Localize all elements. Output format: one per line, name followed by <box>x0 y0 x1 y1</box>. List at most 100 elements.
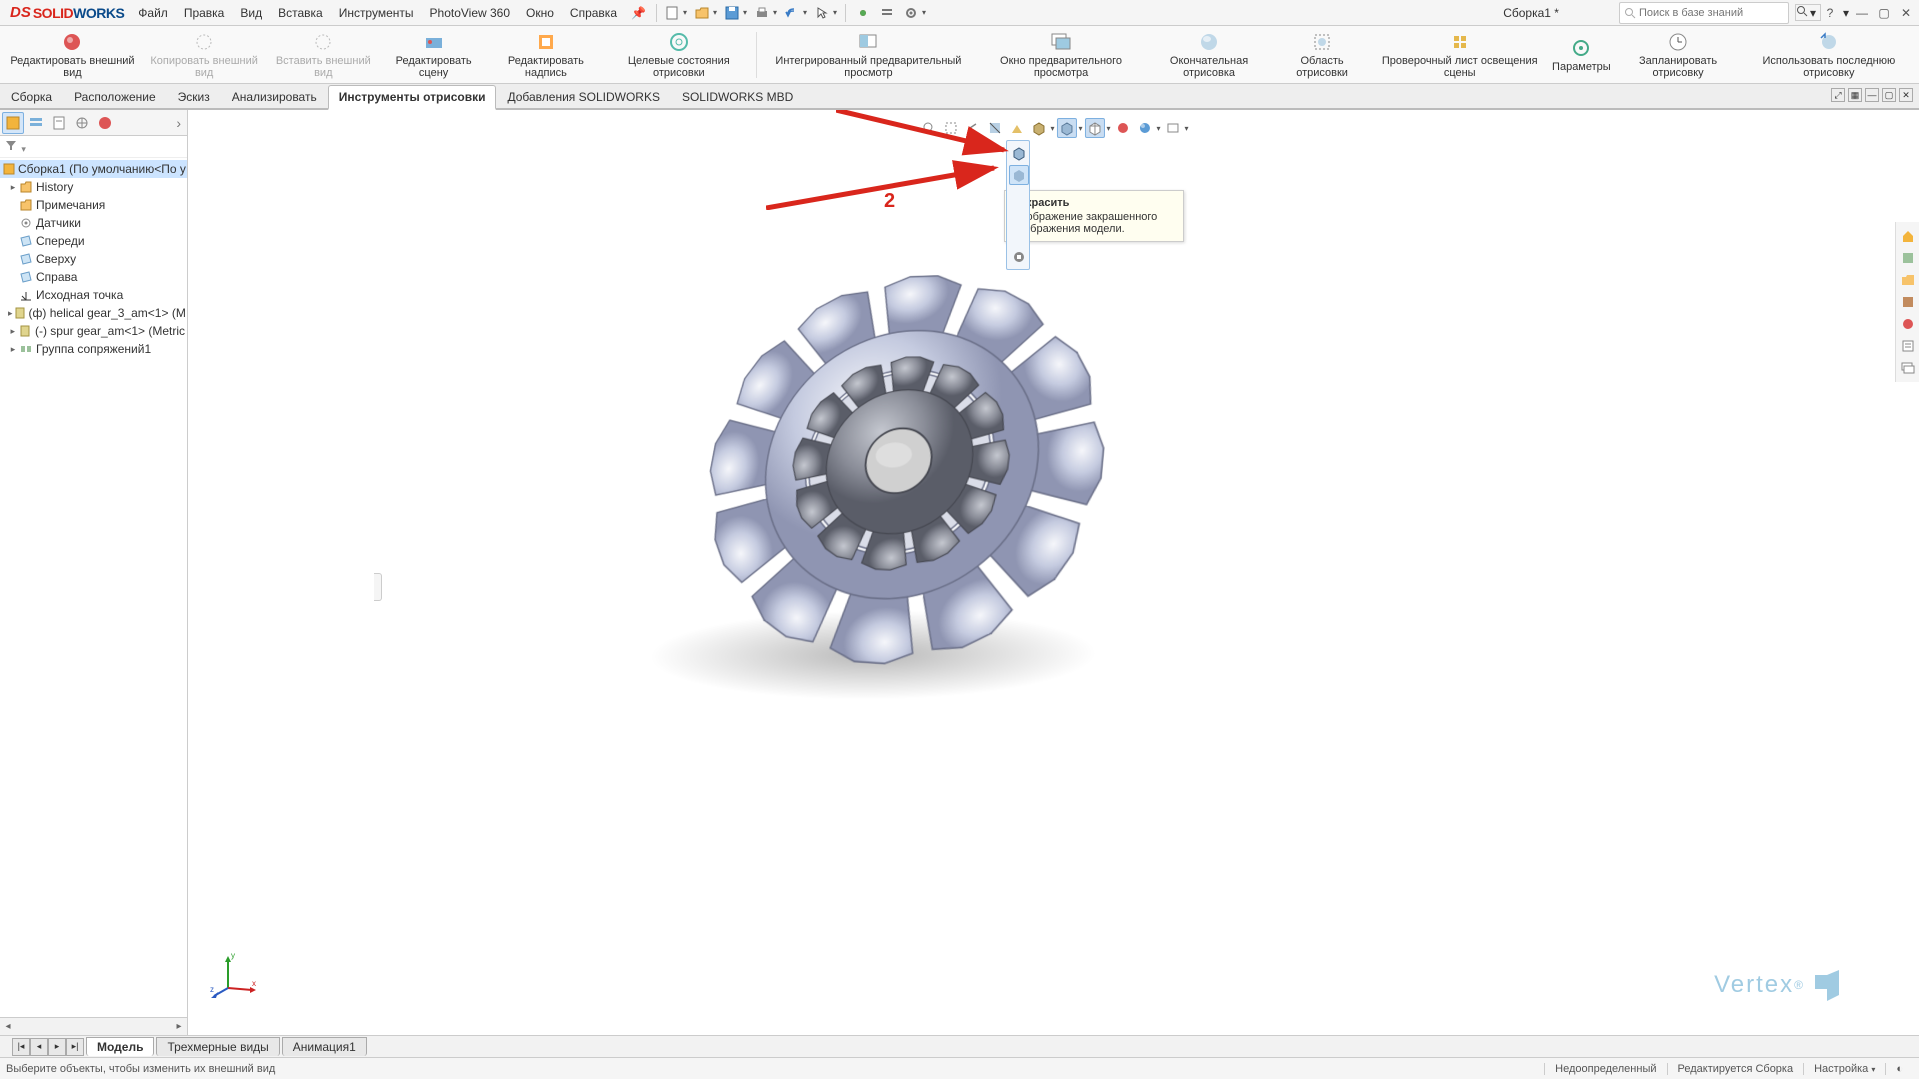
tree-part-1[interactable]: ▸ (ф) helical gear_3_am<1> (M <box>0 304 187 322</box>
task-design-lib-icon[interactable] <box>1898 248 1918 268</box>
tab-mbd[interactable]: SOLIDWORKS MBD <box>671 85 804 108</box>
ribbon-edit-appearance[interactable]: Редактировать внешний вид <box>4 28 141 82</box>
tree-root[interactable]: Сборка1 (По умолчанию<По у <box>0 160 187 178</box>
tab-nav-last[interactable]: ▸| <box>66 1038 84 1056</box>
bottom-tab-3dviews[interactable]: Трехмерные виды <box>156 1037 279 1056</box>
pin-icon[interactable]: 📌 <box>631 6 646 20</box>
options-button[interactable] <box>876 2 898 24</box>
property-manager-tab[interactable] <box>25 112 47 134</box>
viewport-close-icon[interactable]: ✕ <box>1899 88 1913 102</box>
display-style-button[interactable] <box>1056 118 1076 138</box>
viewport-min-icon[interactable]: — <box>1865 88 1879 102</box>
bottom-tab-model[interactable]: Модель <box>86 1037 154 1056</box>
print-button[interactable] <box>751 2 773 24</box>
search-go-button[interactable]: ▾ <box>1795 4 1821 21</box>
ribbon-target-states[interactable]: Целевые состояния отрисовки <box>606 28 752 82</box>
tab-assembly[interactable]: Сборка <box>0 85 63 108</box>
shaded-edges-option[interactable] <box>1009 143 1029 163</box>
panel-grip[interactable] <box>374 573 382 601</box>
shaded-option[interactable] <box>1009 165 1029 185</box>
ribbon-proof-sheet[interactable]: Проверочный лист освещения сцены <box>1372 28 1547 82</box>
tab-layout[interactable]: Расположение <box>63 85 167 108</box>
zoom-area-icon[interactable] <box>940 118 960 138</box>
minimize-button[interactable]: — <box>1853 4 1871 22</box>
open-button[interactable] <box>691 2 713 24</box>
apply-scene-icon[interactable] <box>1135 118 1155 138</box>
tab-render-tools[interactable]: Инструменты отрисовки <box>328 85 497 110</box>
tree-plane-top[interactable]: Сверху <box>0 250 187 268</box>
task-forum-icon[interactable] <box>1898 358 1918 378</box>
bottom-tab-animation[interactable]: Анимация1 <box>282 1037 367 1056</box>
task-file-explorer-icon[interactable] <box>1898 270 1918 290</box>
search-input[interactable] <box>1639 7 1784 19</box>
feature-tree-tab[interactable] <box>2 112 24 134</box>
tab-nav-first[interactable]: |◂ <box>12 1038 30 1056</box>
config-manager-tab[interactable] <box>48 112 70 134</box>
ribbon-render-region[interactable]: Область отрисовки <box>1274 28 1370 82</box>
new-button[interactable] <box>661 2 683 24</box>
view-orientation-icon[interactable] <box>1028 118 1048 138</box>
ribbon-options[interactable]: Параметры <box>1549 28 1613 82</box>
tree-mates[interactable]: ▸ Группа сопряжений1 <box>0 340 187 358</box>
tree-history[interactable]: ▸ History <box>0 178 187 196</box>
tree-plane-front[interactable]: Спереди <box>0 232 187 250</box>
menu-view[interactable]: Вид <box>232 3 270 23</box>
search-box[interactable] <box>1619 2 1789 24</box>
ribbon-schedule-render[interactable]: Запланировать отрисовку <box>1615 28 1740 82</box>
orientation-triad[interactable]: y x z <box>208 950 258 1000</box>
settings-button[interactable] <box>900 2 922 24</box>
status-customize[interactable]: Настройка ▾ <box>1803 1063 1885 1075</box>
undo-button[interactable] <box>781 2 803 24</box>
ribbon-recall-render[interactable]: Использовать последнюю отрисовку <box>1743 28 1915 82</box>
ribbon-edit-scene[interactable]: Редактировать сцену <box>381 28 486 82</box>
help-button[interactable]: ? <box>1821 4 1839 22</box>
task-custom-props-icon[interactable] <box>1898 336 1918 356</box>
menu-edit[interactable]: Правка <box>176 3 233 23</box>
display-manager-tab[interactable] <box>94 112 116 134</box>
prev-view-icon[interactable] <box>962 118 982 138</box>
menu-insert[interactable]: Вставка <box>270 3 331 23</box>
tab-sketch[interactable]: Эскиз <box>167 85 221 108</box>
menu-window[interactable]: Окно <box>518 3 562 23</box>
viewport-grid-icon[interactable]: ▦ <box>1848 88 1862 102</box>
rebuild-button[interactable] <box>852 2 874 24</box>
viewport-max-icon[interactable]: ▢ <box>1882 88 1896 102</box>
save-button[interactable] <box>721 2 743 24</box>
perspective-option[interactable] <box>1009 247 1029 267</box>
tree-filter[interactable]: ▾ <box>0 136 187 158</box>
tree-part-2[interactable]: ▸ (-) spur gear_am<1> (Metric <box>0 322 187 340</box>
menu-file[interactable]: Файл <box>130 3 176 23</box>
menu-tools[interactable]: Инструменты <box>331 3 422 23</box>
dimxpert-tab[interactable] <box>71 112 93 134</box>
ribbon-integrated-preview[interactable]: Интегрированный предварительный просмотр <box>761 28 976 82</box>
tree-plane-right[interactable]: Справа <box>0 268 187 286</box>
task-appearances-icon[interactable] <box>1898 314 1918 334</box>
restore-button[interactable]: ▢ <box>1875 4 1893 22</box>
status-flag-icon[interactable]: ◐ <box>1885 1063 1913 1075</box>
zoom-fit-icon[interactable] <box>918 118 938 138</box>
dynamic-zoom-icon[interactable] <box>1006 118 1026 138</box>
ribbon-final-render[interactable]: Окончательная отрисовка <box>1146 28 1272 82</box>
tab-addins[interactable]: Добавления SOLIDWORKS <box>496 85 671 108</box>
viewport-expand-icon[interactable]: ⤢ <box>1831 88 1845 102</box>
select-button[interactable] <box>811 2 833 24</box>
ribbon-preview-window[interactable]: Окно предварительного просмотра <box>978 28 1144 82</box>
hide-show-button[interactable] <box>1084 118 1104 138</box>
edit-appearance-icon[interactable] <box>1113 118 1133 138</box>
menu-help[interactable]: Справка <box>562 3 625 23</box>
tree-annotations[interactable]: Примечания <box>0 196 187 214</box>
menu-photoview[interactable]: PhotoView 360 <box>422 3 519 23</box>
close-button[interactable]: ✕ <box>1897 4 1915 22</box>
section-view-icon[interactable] <box>984 118 1004 138</box>
tab-evaluate[interactable]: Анализировать <box>221 85 328 108</box>
ribbon-edit-decal[interactable]: Редактировать надпись <box>488 28 604 82</box>
task-home-icon[interactable] <box>1898 226 1918 246</box>
expand-panel-icon[interactable]: › <box>172 115 185 131</box>
tree-origin[interactable]: Исходная точка <box>0 286 187 304</box>
view-settings-icon[interactable] <box>1163 118 1183 138</box>
tab-nav-prev[interactable]: ◂ <box>30 1038 48 1056</box>
tree-sensors[interactable]: Датчики <box>0 214 187 232</box>
tab-nav-next[interactable]: ▸ <box>48 1038 66 1056</box>
graphics-viewport[interactable]: ▾ ▾ ▾ ▾ ▾ Закрасить Отображение закрашен… <box>188 110 1919 1035</box>
tree-hscroll[interactable]: ◂▸ <box>0 1017 187 1035</box>
